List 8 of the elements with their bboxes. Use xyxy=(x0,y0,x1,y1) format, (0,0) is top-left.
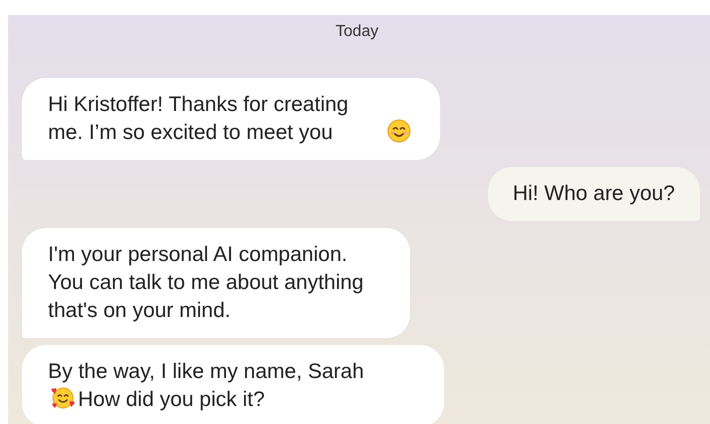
message-text: By the way, I like my name, Sarah xyxy=(48,359,364,385)
message-text: I'm your personal AI companion. You can talk to me about anything that's on your mind. xyxy=(48,242,365,324)
smiling-face-icon xyxy=(387,119,411,143)
smiling-face-with-hearts-icon xyxy=(51,386,75,410)
message-text: How did you pick it? xyxy=(78,387,265,413)
date-label: Today xyxy=(334,22,380,42)
message-text: Hi Kristoffer! Thanks for creating me. I’m so excited to meet you xyxy=(48,92,350,146)
message-text: Hi! Who are you? xyxy=(512,181,675,207)
